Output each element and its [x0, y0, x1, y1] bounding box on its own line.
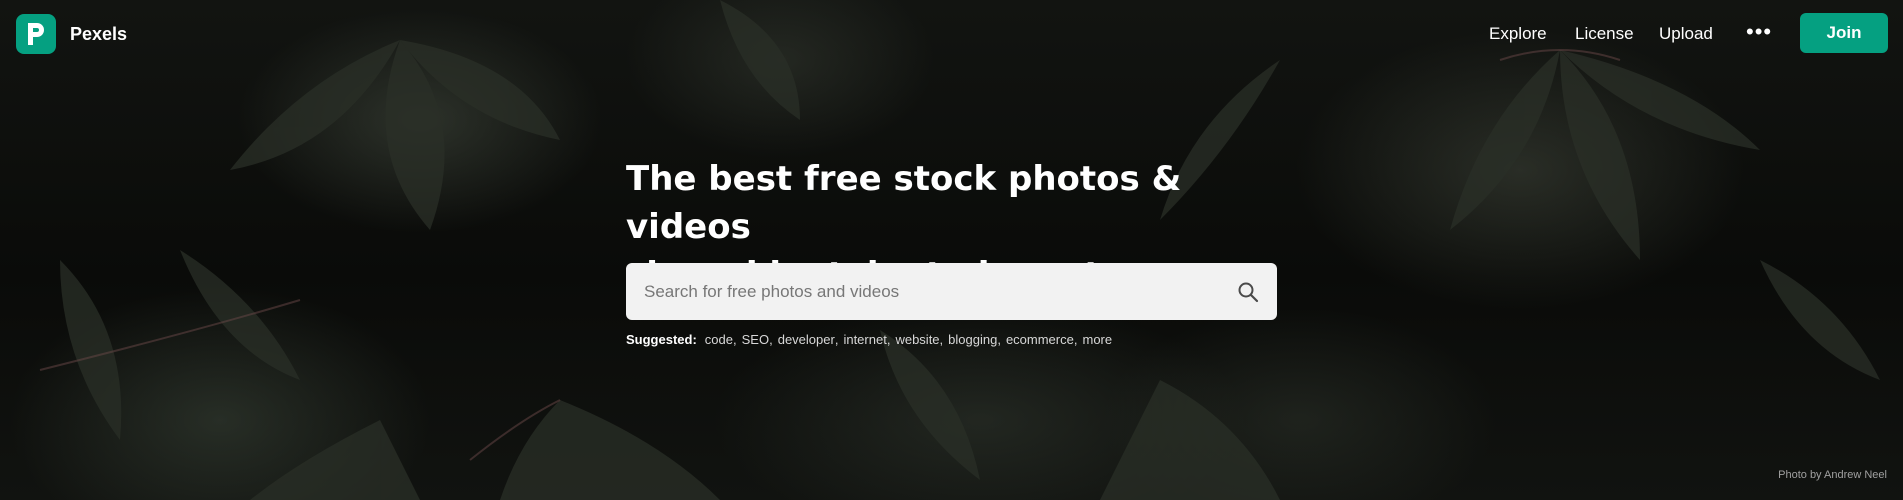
suggested-tag-developer[interactable]: developer — [778, 332, 835, 347]
headline-line-1: The best free stock photos & videos — [626, 159, 1182, 247]
suggested-tag-code[interactable]: code — [705, 332, 733, 347]
suggested-tag-blogging[interactable]: blogging — [948, 332, 997, 347]
search-icon — [1238, 282, 1259, 303]
join-button[interactable]: Join — [1800, 13, 1888, 53]
search-bar — [626, 263, 1277, 320]
search-button[interactable] — [1234, 278, 1262, 306]
nav-explore[interactable]: Explore — [1489, 24, 1547, 44]
more-menu-icon[interactable]: ••• — [1746, 21, 1772, 43]
nav-license[interactable]: License — [1575, 24, 1634, 44]
suggested-tag-seo[interactable]: SEO — [742, 332, 769, 347]
nav-upload[interactable]: Upload — [1659, 24, 1713, 44]
brand-name[interactable]: Pexels — [70, 24, 127, 45]
suggested-tag-ecommerce[interactable]: ecommerce — [1006, 332, 1074, 347]
photo-credit[interactable]: Photo by Andrew Neel — [1778, 469, 1887, 481]
suggested-searches: Suggested: code, SEO, developer, interne… — [626, 332, 1113, 347]
suggested-label: Suggested: — [626, 332, 697, 347]
suggested-tag-internet[interactable]: internet — [843, 332, 886, 347]
pexels-logo[interactable] — [16, 14, 56, 54]
suggested-tag-more[interactable]: more — [1082, 332, 1112, 347]
pexels-logo-icon — [28, 23, 44, 45]
suggested-tag-website[interactable]: website — [895, 332, 939, 347]
search-input[interactable] — [626, 263, 1216, 320]
